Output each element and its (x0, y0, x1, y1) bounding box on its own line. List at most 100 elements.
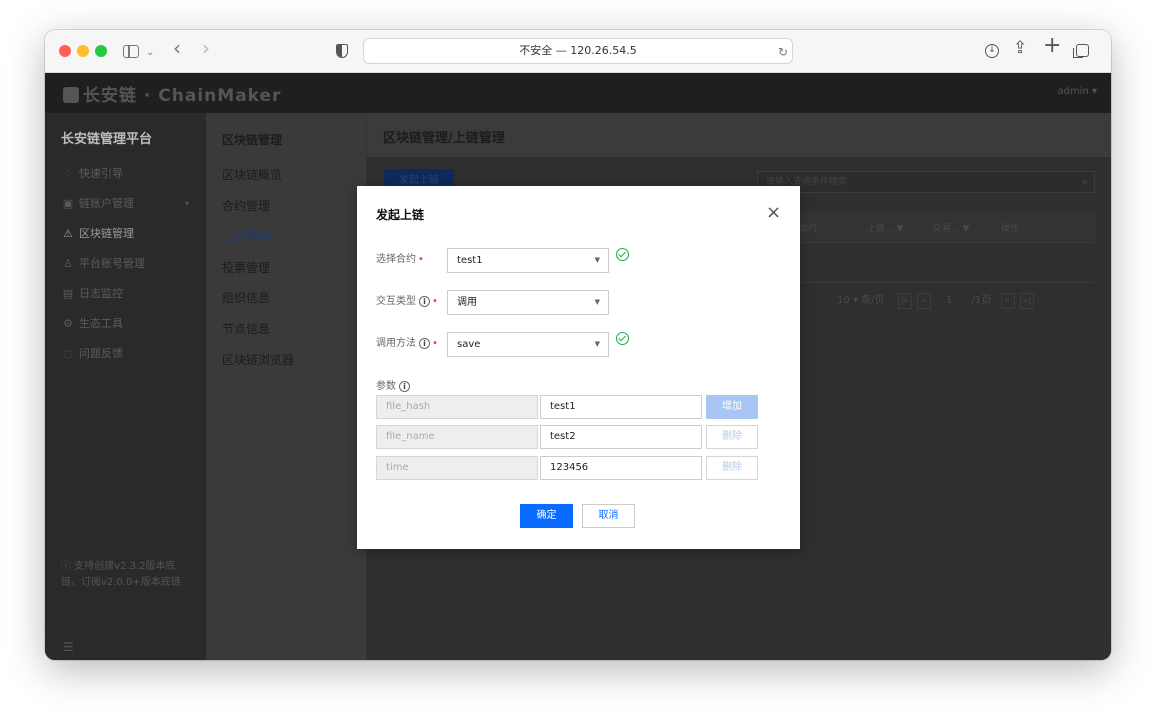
reload-icon[interactable]: ↻ (778, 42, 788, 62)
left-nav: 长安链管理平台 ♢ 快速引导 ▣ 链账户管理 ▾ ⚠ 区块链管理 ♙ 平台账号管理 ▤ 日… (45, 113, 206, 660)
nav-item-feedback[interactable]: ◌ 问题反馈 (61, 345, 123, 361)
nav-item-eco-tools[interactable]: ⚙ 生态工具 (61, 315, 123, 331)
forward-icon[interactable]: › (202, 38, 210, 58)
share-icon[interactable]: ⇪ (1013, 38, 1027, 58)
platform-title: 长安链管理平台 (61, 132, 153, 147)
first-page-icon[interactable]: |« (897, 293, 912, 309)
collapse-menu-icon[interactable]: ☰ (63, 640, 74, 654)
nav-item-log-monitor[interactable]: ▤ 日志监控 (61, 285, 123, 301)
sub-nav-item-overview[interactable]: 区块链概览 (222, 166, 282, 183)
nav-label: 平台账号管理 (79, 257, 145, 270)
param-value-field[interactable]: test2 (540, 425, 702, 449)
tools-icon: ⚙ (63, 317, 73, 330)
chevron-down-icon: ▼ (594, 340, 600, 348)
sub-nav-item-nodes[interactable]: 节点信息 (222, 320, 270, 337)
sub-nav-item-explorer[interactable]: 区块链浏览器 (222, 351, 294, 368)
param-value-field[interactable]: 123456 (540, 456, 702, 480)
info-icon[interactable]: i (399, 381, 410, 392)
search-input[interactable]: 请输入查询条件搜索 ⌕ (757, 171, 1095, 193)
label-text: 选择合约 (376, 254, 416, 265)
confirm-button[interactable]: 确定 (520, 504, 573, 528)
nav-label: 区块链管理 (79, 227, 134, 240)
nav-item-blockchain[interactable]: ⚠ 区块链管理 (61, 225, 134, 241)
select-value: 调用 (457, 297, 477, 308)
param-value-field[interactable]: test1 (540, 395, 702, 419)
table-row (757, 243, 1095, 283)
param-key-field[interactable]: file_name (376, 425, 538, 449)
sub-nav-item-voting[interactable]: 投票管理 (222, 259, 270, 276)
params-label: 参数 i (376, 377, 410, 392)
logo: 长安链 · ChainMaker (63, 81, 281, 106)
back-icon[interactable]: ‹ (173, 38, 181, 58)
user-icon: ♙ (63, 257, 73, 270)
user-menu[interactable]: admin ▾ (1057, 86, 1097, 97)
nav-label: 问题反馈 (79, 347, 123, 360)
new-tab-icon[interactable]: + (1043, 35, 1061, 57)
chevron-down-icon[interactable]: ▾ (185, 199, 189, 208)
contract-select[interactable]: test1 ▼ (447, 248, 609, 273)
sub-nav-title: 区块链管理 (222, 133, 283, 147)
interaction-type-label: 交互类型 i • (376, 292, 438, 307)
feedback-icon: ◌ (63, 347, 73, 360)
nav-item-platform-accounts[interactable]: ♙ 平台账号管理 (61, 255, 145, 271)
cancel-button[interactable]: 取消 (582, 504, 635, 528)
label-text: 交互类型 (376, 296, 416, 307)
current-page-input[interactable]: 1 (946, 295, 952, 306)
delete-param-button[interactable]: 删除 (706, 425, 758, 449)
sub-nav-item-orgs[interactable]: 组织信息 (222, 289, 270, 306)
version-note: ⓘ 支持创建v2.3.2版本底链、订阅v2.0.0+版本底链 (61, 561, 181, 588)
pagination: 10 ▾ 条/页 |« « 1 /1页 » »| (837, 291, 1034, 309)
close-icon[interactable]: × (766, 204, 781, 222)
chevron-down-icon[interactable]: ⌄ (146, 43, 154, 63)
column-header: 操作 (1001, 224, 1020, 234)
param-key-field[interactable]: file_hash (376, 395, 538, 419)
zoom-window-button[interactable] (95, 45, 107, 57)
select-value: test1 (457, 255, 483, 266)
logo-text: 长安链 · ChainMaker (83, 86, 282, 106)
download-icon[interactable]: ↓ (985, 44, 999, 58)
next-page-icon[interactable]: » (1000, 293, 1015, 309)
method-label: 调用方法 i • (376, 334, 438, 349)
nav-label: 链账户管理 (79, 197, 134, 210)
interaction-type-select[interactable]: 调用 ▼ (447, 290, 609, 315)
app-header: 长安链 · ChainMaker admin ▾ (45, 73, 1111, 113)
add-param-button[interactable]: 增加 (706, 395, 758, 419)
sub-nav-item-onchain[interactable]: 上链管理 (222, 228, 270, 245)
last-page-icon[interactable]: »| (1019, 293, 1034, 309)
delete-param-button[interactable]: 删除 (706, 456, 758, 480)
nav-item-quick-guide[interactable]: ♢ 快速引导 (61, 165, 123, 181)
sidebar-toggle-icon[interactable] (123, 45, 139, 58)
label-text: 调用方法 (376, 338, 416, 349)
minimize-window-button[interactable] (77, 45, 89, 57)
main-header: 区块链管理/上链管理 (367, 113, 1111, 157)
search-icon[interactable]: ⌕ (1082, 172, 1088, 192)
nav-label: 快速引导 (79, 167, 123, 180)
monitor-icon: ▤ (62, 287, 74, 300)
info-icon[interactable]: i (419, 296, 430, 307)
check-circle-icon (616, 248, 629, 261)
column-header[interactable]: 上链... ▼ (867, 221, 903, 234)
tab-overview-icon[interactable] (1073, 44, 1089, 58)
account-icon: ▣ (62, 197, 74, 210)
param-key-field[interactable]: time (376, 456, 538, 480)
nav-item-chain-accounts[interactable]: ▣ 链账户管理 (61, 195, 134, 211)
table-header: 合约 上链... ▼ 交易... ▼ 操作 (757, 211, 1095, 243)
launch-onchain-dialog: 发起上链 × 选择合约 • test1 ▼ 交互类型 i • 调用 ▼ 调用方法 i • sa… (357, 186, 800, 549)
blockchain-icon: ⚠ (63, 227, 73, 240)
method-select[interactable]: save ▼ (447, 332, 609, 357)
chevron-down-icon: ▼ (594, 256, 600, 264)
info-icon[interactable]: i (419, 338, 430, 349)
sub-nav-item-contracts[interactable]: 合约管理 (222, 197, 270, 214)
close-window-button[interactable] (59, 45, 71, 57)
lightbulb-icon: ♢ (63, 167, 73, 180)
page-size-select[interactable]: 10 ▾ 条/页 (837, 295, 884, 306)
column-header: 合约 (799, 224, 818, 234)
nav-label: 生态工具 (79, 317, 123, 330)
address-bar[interactable]: 不安全 — 120.26.54.5 (363, 38, 793, 64)
browser-toolbar: ⌄ ‹ › 不安全 — 120.26.54.5 ↻ ↓ ⇪ + (45, 30, 1111, 73)
column-header[interactable]: 交易... ▼ (933, 221, 969, 234)
chevron-down-icon: ▼ (594, 298, 600, 306)
prev-page-icon[interactable]: « (916, 293, 931, 309)
privacy-shield-icon[interactable] (336, 44, 348, 58)
label-text: 参数 (376, 381, 396, 392)
